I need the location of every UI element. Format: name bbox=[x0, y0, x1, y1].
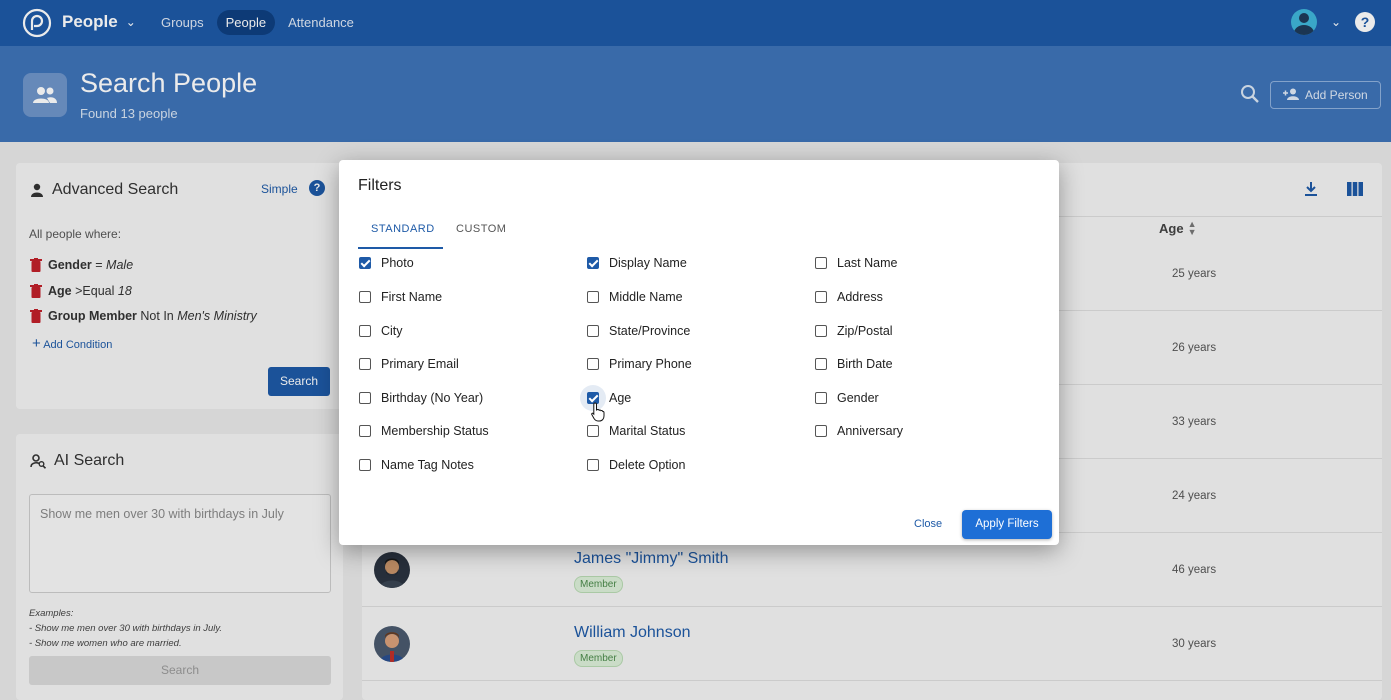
filter-checkbox[interactable] bbox=[815, 425, 827, 437]
close-button[interactable]: Close bbox=[914, 518, 942, 530]
filter-checkbox[interactable] bbox=[815, 291, 827, 303]
filter-option[interactable]: Last Name bbox=[815, 256, 897, 270]
filter-option-label: Delete Option bbox=[609, 458, 686, 472]
filter-option[interactable]: Membership Status bbox=[359, 424, 489, 438]
filter-checkbox[interactable] bbox=[359, 459, 371, 471]
filter-checkbox[interactable] bbox=[359, 257, 371, 269]
filter-option-label: Anniversary bbox=[837, 424, 903, 438]
filter-option-label: Primary Email bbox=[381, 357, 459, 371]
filter-option-label: Address bbox=[837, 290, 883, 304]
filter-option-label: Display Name bbox=[609, 256, 687, 270]
filter-option[interactable]: Zip/Postal bbox=[815, 324, 893, 338]
active-tab-indicator bbox=[358, 247, 443, 249]
filter-option-label: State/Province bbox=[609, 324, 691, 338]
filter-checkbox[interactable] bbox=[587, 425, 599, 437]
filter-option[interactable]: State/Province bbox=[587, 324, 690, 338]
pointer-cursor-icon bbox=[591, 402, 605, 422]
filter-option[interactable]: Birthday (No Year) bbox=[359, 391, 483, 405]
filter-option[interactable]: Primary Phone bbox=[587, 357, 692, 371]
filter-option[interactable]: Gender bbox=[815, 391, 879, 405]
filter-checkbox[interactable] bbox=[815, 358, 827, 370]
filter-option[interactable]: Marital Status bbox=[587, 424, 685, 438]
filter-option-label: Photo bbox=[381, 256, 414, 270]
filter-checkbox[interactable] bbox=[587, 325, 599, 337]
dialog-title: Filters bbox=[358, 177, 402, 194]
filter-option-label: Primary Phone bbox=[609, 357, 692, 371]
filter-option[interactable]: Photo bbox=[359, 256, 414, 270]
filter-option-label: Birth Date bbox=[837, 357, 893, 371]
filter-checkbox[interactable] bbox=[587, 291, 599, 303]
filter-checkbox[interactable] bbox=[815, 325, 827, 337]
filters-dialog: Filters STANDARD CUSTOM Photo Display Nam… bbox=[339, 160, 1059, 545]
filter-option[interactable]: Delete Option bbox=[587, 458, 685, 472]
filter-option[interactable]: Primary Email bbox=[359, 357, 459, 371]
apply-filters-button[interactable]: Apply Filters bbox=[962, 510, 1052, 539]
filter-checkbox[interactable] bbox=[359, 392, 371, 404]
filter-option[interactable]: Display Name bbox=[587, 256, 687, 270]
tab-custom[interactable]: CUSTOM bbox=[456, 223, 506, 235]
filter-option[interactable]: Address bbox=[815, 290, 883, 304]
filter-option[interactable]: Name Tag Notes bbox=[359, 458, 474, 472]
tab-standard[interactable]: STANDARD bbox=[371, 223, 435, 235]
filter-option-label: Marital Status bbox=[609, 424, 686, 438]
filter-option-label: First Name bbox=[381, 290, 443, 304]
filter-option-label: Middle Name bbox=[609, 290, 683, 304]
filter-checkbox[interactable] bbox=[359, 291, 371, 303]
filter-checkbox[interactable] bbox=[359, 358, 371, 370]
filter-checkbox[interactable] bbox=[587, 459, 599, 471]
filter-option-label: Gender bbox=[837, 391, 879, 405]
filter-checkbox[interactable] bbox=[587, 257, 599, 269]
filter-option-label: Name Tag Notes bbox=[381, 458, 474, 472]
filter-option[interactable]: Middle Name bbox=[587, 290, 683, 304]
filter-option[interactable]: City bbox=[359, 324, 403, 338]
filter-option-label: Age bbox=[609, 391, 632, 405]
filter-option-label: Membership Status bbox=[381, 424, 489, 438]
filter-option-label: City bbox=[381, 324, 403, 338]
filter-option-label: Birthday (No Year) bbox=[381, 391, 484, 405]
filter-checkbox[interactable] bbox=[815, 257, 827, 269]
filter-checkbox[interactable] bbox=[587, 358, 599, 370]
filter-option[interactable]: Birth Date bbox=[815, 357, 893, 371]
filter-checkbox[interactable] bbox=[815, 392, 827, 404]
filter-option[interactable]: First Name bbox=[359, 290, 442, 304]
filter-option-label: Last Name bbox=[837, 256, 898, 270]
filter-checkbox[interactable] bbox=[359, 325, 371, 337]
filter-option[interactable]: Anniversary bbox=[815, 424, 903, 438]
filter-checkbox[interactable] bbox=[359, 425, 371, 437]
filter-option-label: Zip/Postal bbox=[837, 324, 893, 338]
